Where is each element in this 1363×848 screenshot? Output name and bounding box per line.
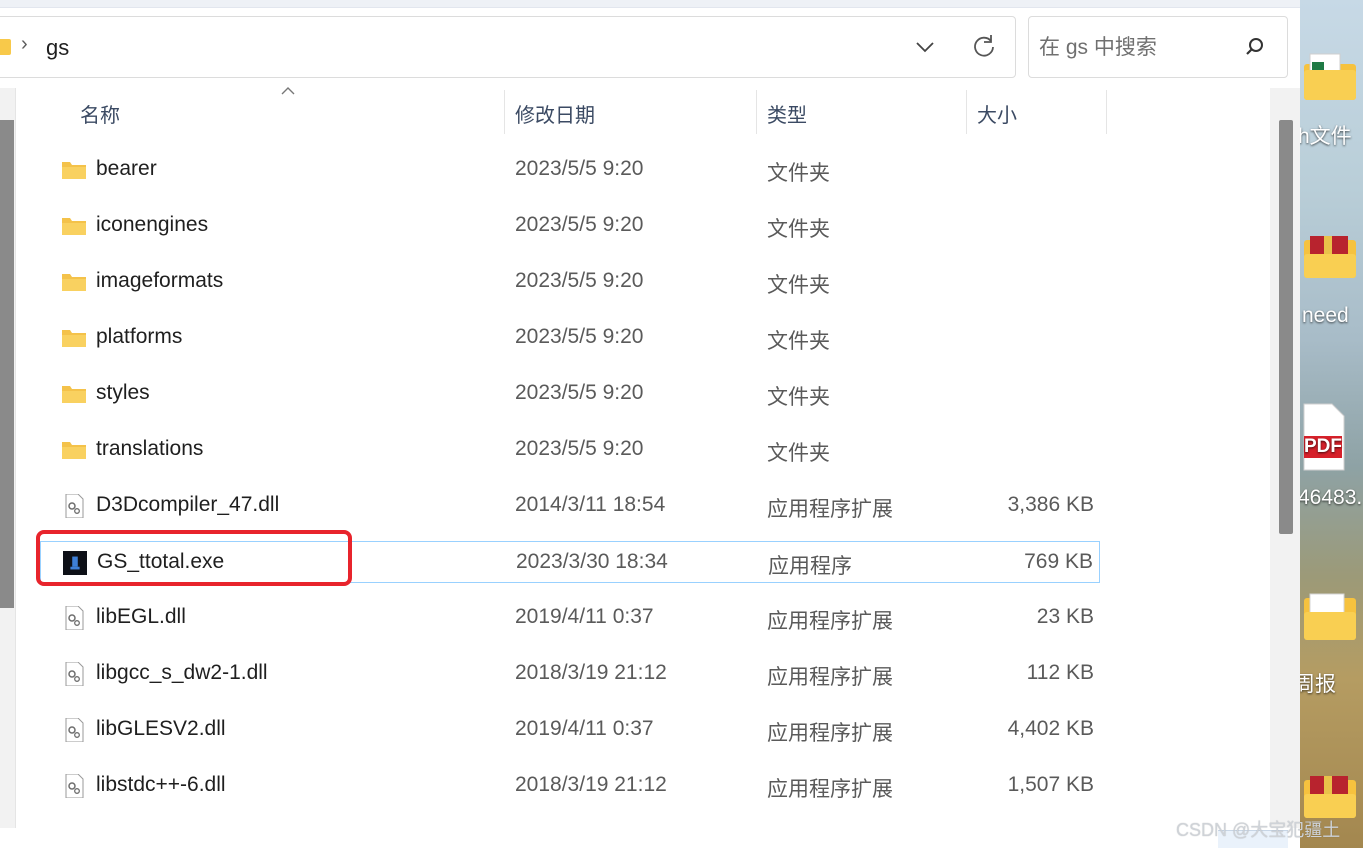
desktop-icon-label[interactable]: 周报	[1300, 668, 1336, 698]
search-icon[interactable]	[1244, 36, 1266, 58]
column-divider[interactable]	[756, 90, 757, 134]
file-row[interactable]: bearer 2023/5/5 9:20 文件夹	[40, 149, 1100, 191]
archive-folder-icon[interactable]	[1302, 230, 1358, 282]
file-type: 文件夹	[767, 218, 830, 241]
folder-icon	[62, 274, 86, 291]
file-modified-date: 2018/3/19 21:12	[515, 773, 667, 796]
dll-file-icon	[65, 606, 84, 630]
file-name[interactable]: libEGL.dll	[96, 605, 186, 629]
desktop-background: h文件 need PDF 46483. 周报	[1300, 0, 1363, 848]
file-size: 769 KB	[1024, 550, 1093, 573]
file-row[interactable]: D3Dcompiler_47.dll 2014/3/11 18:54 应用程序扩展 3…	[40, 485, 1100, 527]
address-bar[interactable]: › gs	[0, 16, 1016, 78]
file-name[interactable]: libGLESV2.dll	[96, 717, 226, 741]
file-name[interactable]: iconengines	[96, 213, 208, 237]
folder-icon	[0, 39, 11, 55]
file-modified-date: 2014/3/11 18:54	[515, 493, 666, 516]
desktop-icon-label[interactable]: 46483.	[1300, 486, 1362, 510]
file-modified-date: 2019/4/11 0:37	[515, 717, 654, 740]
file-modified-date: 2023/5/5 9:20	[515, 157, 644, 180]
file-type: 应用程序扩展	[767, 610, 893, 633]
file-type: 文件夹	[767, 386, 830, 409]
folder-icon	[62, 218, 86, 235]
file-type: 应用程序扩展	[767, 498, 893, 521]
file-modified-date: 2019/4/11 0:37	[515, 605, 654, 628]
file-name[interactable]: libstdc++-6.dll	[96, 773, 226, 797]
file-row[interactable]: libGLESV2.dll 2019/4/11 0:37 应用程序扩展 4,402 K…	[40, 709, 1100, 751]
file-modified-date: 2023/3/30 18:34	[516, 550, 668, 573]
file-row[interactable]: platforms 2023/5/5 9:20 文件夹	[40, 317, 1100, 359]
file-name[interactable]: translations	[96, 437, 203, 461]
vertical-scrollbar-thumb[interactable]	[1279, 120, 1293, 534]
breadcrumb-separator: ›	[21, 33, 28, 55]
folder-icon[interactable]	[1302, 590, 1358, 644]
watermark: CSDN @大宝犯疆土	[1176, 820, 1341, 840]
column-divider[interactable]	[504, 90, 505, 134]
file-row[interactable]: translations 2023/5/5 9:20 文件夹	[40, 429, 1100, 471]
file-size: 1,507 KB	[1007, 773, 1094, 796]
file-modified-date: 2023/5/5 9:20	[515, 213, 644, 236]
file-modified-date: 2023/5/5 9:20	[515, 269, 644, 292]
annotation-highlight-box	[36, 530, 352, 586]
file-row[interactable]: libEGL.dll 2019/4/11 0:37 应用程序扩展 23 KB	[40, 597, 1100, 639]
file-row[interactable]: iconengines 2023/5/5 9:20 文件夹	[40, 205, 1100, 247]
archive-folder-icon[interactable]	[1302, 770, 1358, 822]
dll-file-icon	[65, 662, 84, 686]
file-row[interactable]: styles 2023/5/5 9:20 文件夹	[40, 373, 1100, 415]
file-type: 文件夹	[767, 442, 830, 465]
column-divider[interactable]	[1106, 90, 1107, 134]
pdf-badge: PDF	[1304, 436, 1342, 457]
desktop-icon-label[interactable]: h文件	[1300, 120, 1352, 150]
window-top-strip	[0, 0, 1300, 8]
column-header-modified[interactable]: 修改日期	[515, 92, 595, 134]
file-explorer-window: › gs 名称 修改日期 类型 大小 bearer 2023/5/5 9:20 文件…	[0, 0, 1300, 848]
file-type: 应用程序扩展	[767, 722, 893, 745]
folder-icon	[62, 386, 86, 403]
file-size: 4,402 KB	[1007, 717, 1094, 740]
column-divider[interactable]	[966, 90, 967, 134]
file-name[interactable]: bearer	[96, 157, 157, 181]
file-type: 文件夹	[767, 274, 830, 297]
refresh-icon[interactable]	[971, 33, 997, 59]
file-type: 应用程序	[768, 555, 852, 578]
dll-file-icon	[65, 718, 84, 742]
file-row[interactable]: libstdc++-6.dll 2018/3/19 21:12 应用程序扩展 1,50…	[40, 765, 1100, 807]
folder-icon	[62, 162, 86, 179]
file-name[interactable]: styles	[96, 381, 150, 405]
file-row[interactable]: imageformats 2023/5/5 9:20 文件夹	[40, 261, 1100, 303]
desktop-icon-label[interactable]: need	[1302, 304, 1349, 328]
file-size: 3,386 KB	[1007, 493, 1094, 516]
file-modified-date: 2023/5/5 9:20	[515, 381, 644, 404]
left-pane-scrollbar-thumb[interactable]	[0, 120, 14, 608]
file-type: 文件夹	[767, 162, 830, 185]
file-size: 112 KB	[1026, 661, 1094, 684]
breadcrumb-gs[interactable]: gs	[46, 35, 69, 61]
file-name[interactable]: libgcc_s_dw2-1.dll	[96, 661, 268, 685]
column-header-size[interactable]: 大小	[977, 92, 1017, 134]
file-type: 文件夹	[767, 330, 830, 353]
file-type: 应用程序扩展	[767, 778, 893, 801]
file-name[interactable]: D3Dcompiler_47.dll	[96, 493, 279, 517]
sort-ascending-icon	[281, 87, 295, 95]
dll-file-icon	[65, 494, 84, 518]
file-modified-date: 2023/5/5 9:20	[515, 325, 644, 348]
folder-icon	[62, 330, 86, 347]
file-name[interactable]: imageformats	[96, 269, 223, 293]
column-header-type[interactable]: 类型	[767, 92, 807, 134]
file-type: 应用程序扩展	[767, 666, 893, 689]
folder-icon	[62, 442, 86, 459]
file-name[interactable]: platforms	[96, 325, 182, 349]
file-modified-date: 2023/5/5 9:20	[515, 437, 644, 460]
file-row[interactable]: libgcc_s_dw2-1.dll 2018/3/19 21:12 应用程序扩展 1…	[40, 653, 1100, 695]
search-input[interactable]	[1039, 33, 1239, 63]
excel-folder-icon[interactable]	[1302, 50, 1358, 102]
chevron-down-icon[interactable]	[913, 35, 937, 59]
column-header-name[interactable]: 名称	[80, 92, 120, 134]
file-size: 23 KB	[1036, 605, 1094, 628]
file-modified-date: 2018/3/19 21:12	[515, 661, 667, 684]
dll-file-icon	[65, 774, 84, 798]
